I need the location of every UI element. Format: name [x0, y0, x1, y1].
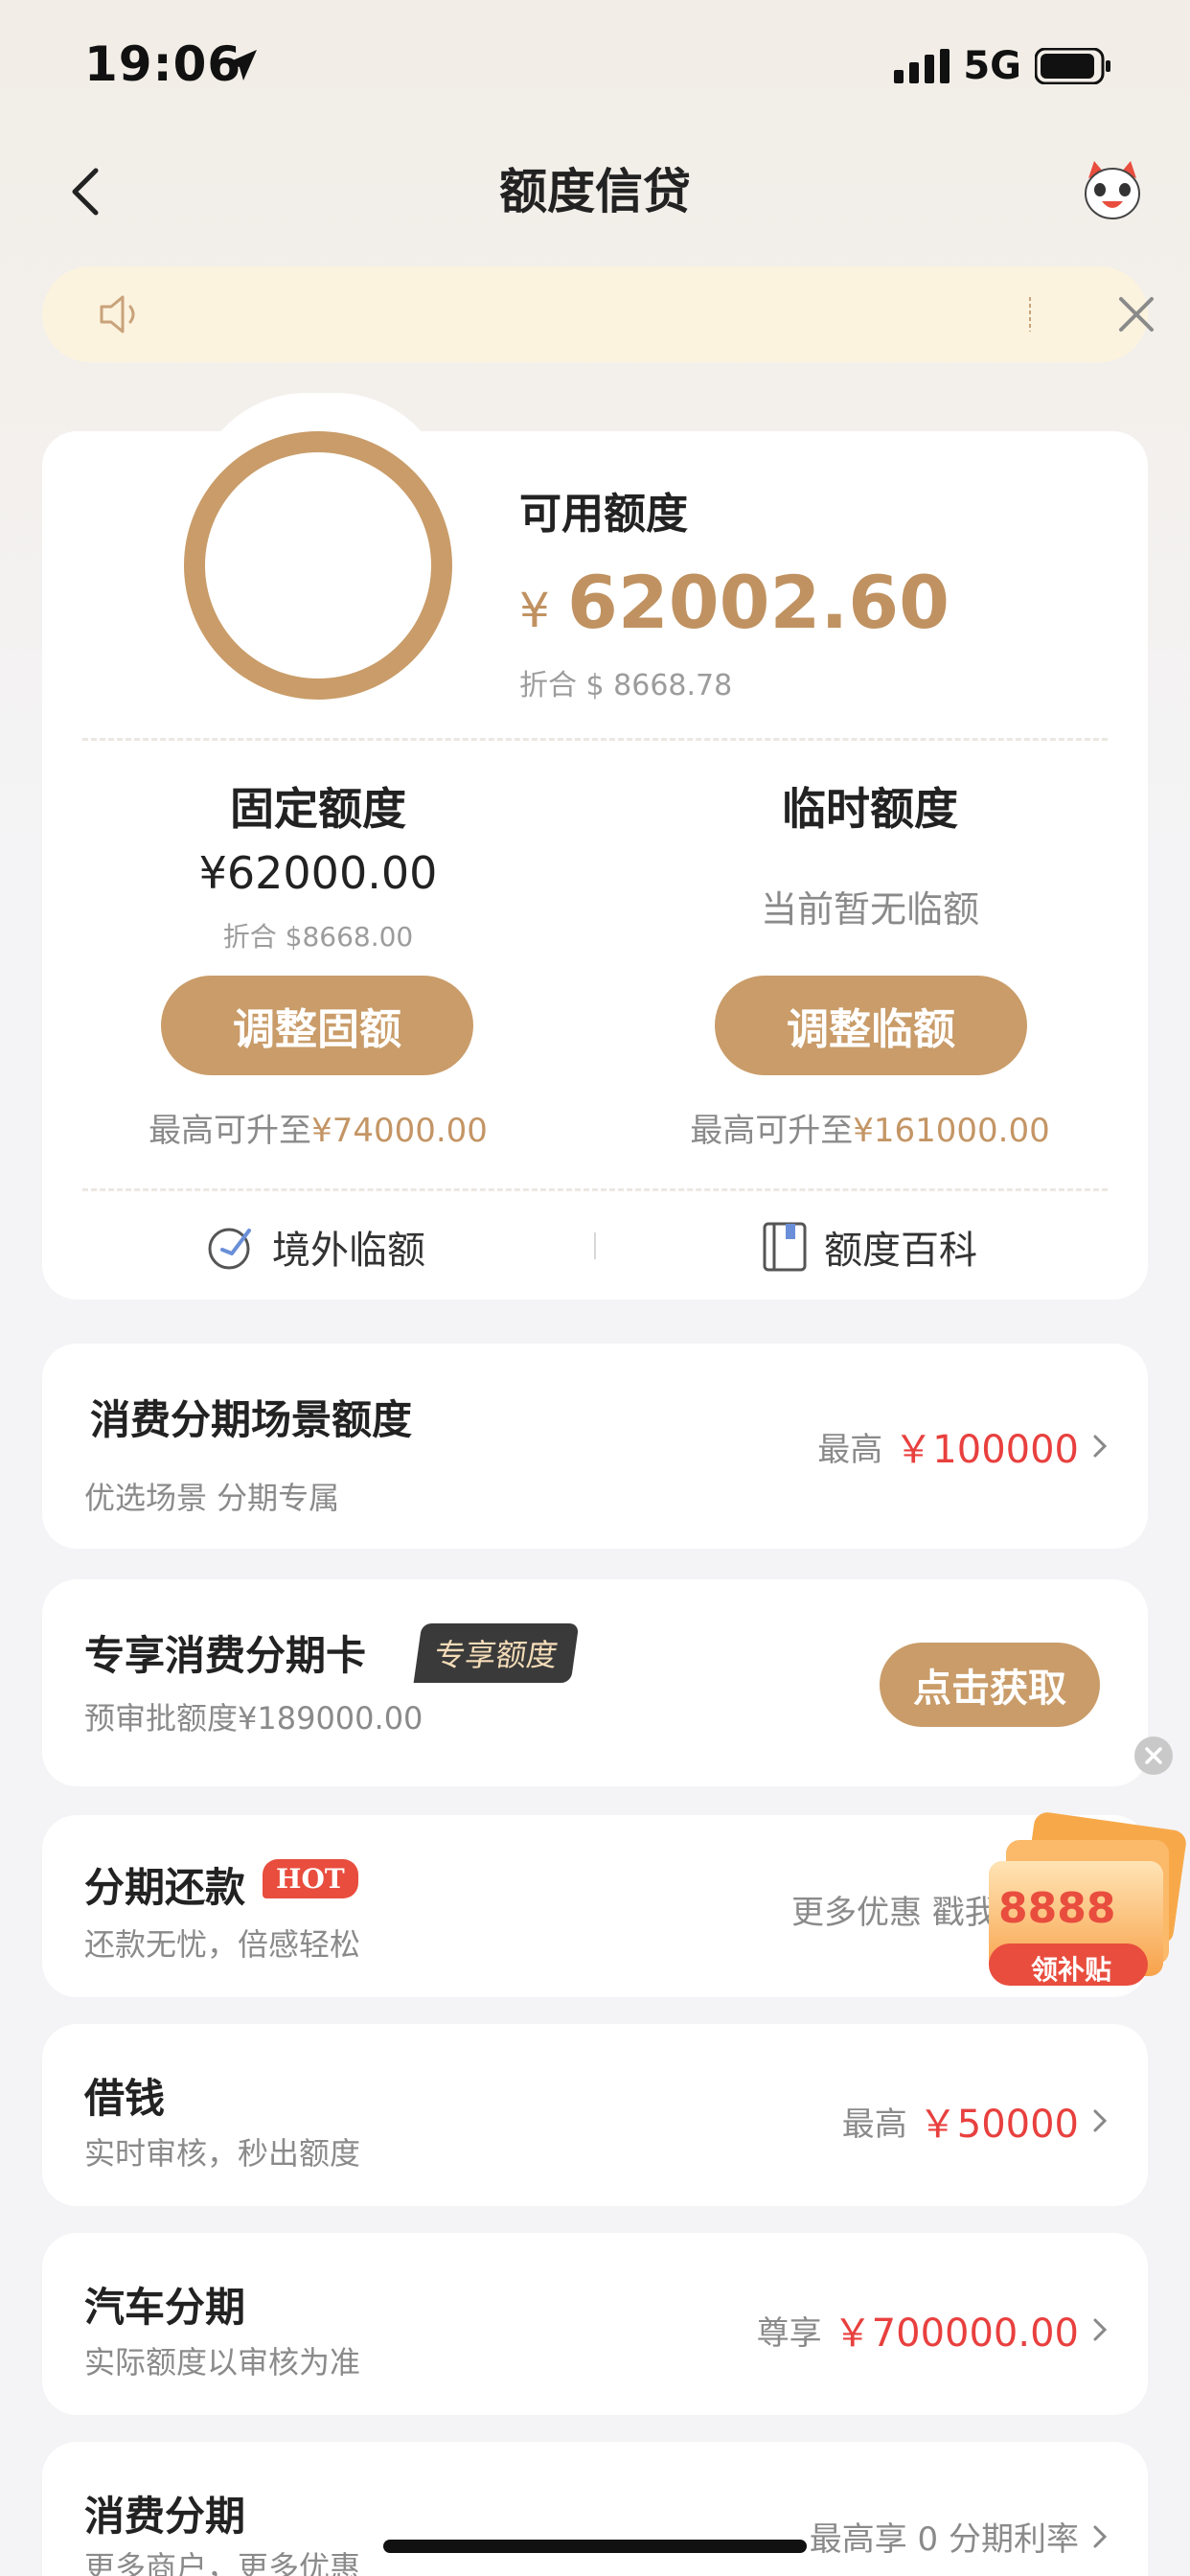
scene-credit-value: ￥100000 [894, 1428, 1079, 1472]
available-currency: ¥ [519, 583, 550, 638]
scene-credit-prefix: 最高 [817, 1430, 883, 1469]
fixed-max-prefix: 最高可升至 [149, 1112, 312, 1150]
coupon-amount: 8888 [998, 1884, 1116, 1933]
exclusive-card-title: 专享消费分期卡 [84, 1632, 367, 1679]
scene-credit-right: 最高 ￥100000 [817, 1418, 1110, 1474]
loan-prefix: 最高 [841, 2104, 907, 2144]
installment-repay-right: 更多优惠 戳我 [791, 1886, 997, 1933]
installment-repay-promo: 更多优惠 戳我 [791, 1894, 997, 1932]
assistant-mascot-icon[interactable] [1079, 157, 1146, 224]
fixed-credit-title: 固定额度 [230, 783, 406, 835]
installment-repay-title: 分期还款 [84, 1864, 246, 1911]
chevron-right-icon [1093, 2525, 1108, 2547]
status-indicators: 5G [894, 44, 1111, 88]
car-installment-right: 尊享 ￥700000.00 [757, 2302, 1110, 2358]
close-icon[interactable] [1113, 291, 1159, 337]
subsidy-coupon-widget[interactable]: 8888 领补贴 [977, 1802, 1190, 2012]
fixed-credit-usd: 折合 $8668.00 [222, 921, 414, 953]
notice-bar[interactable] [42, 266, 1154, 362]
credit-wiki-label: 额度百科 [824, 1229, 977, 1273]
overseas-credit-label: 境外临额 [272, 1229, 425, 1273]
home-indicator[interactable] [383, 2540, 807, 2553]
chevron-right-icon [1093, 1435, 1108, 1458]
fixed-max-text: 最高可升至¥74000.00 [50, 1104, 586, 1151]
book-icon [763, 1222, 807, 1272]
status-time: 19:06 [84, 36, 242, 92]
coupon-label: 领补贴 [1031, 1954, 1112, 1986]
chevron-right-icon [1093, 2318, 1108, 2341]
available-credit-usd: 折合 $ 8668.78 [519, 669, 733, 702]
fixed-credit-amount: ¥62000.00 [198, 847, 438, 899]
close-icon [1145, 1747, 1162, 1764]
adjust-fixed-button[interactable]: 调整固额 [161, 976, 473, 1075]
temp-max-text: 最高可升至¥161000.00 [602, 1104, 1138, 1151]
credit-ring-chart [184, 431, 452, 700]
credit-wiki-link[interactable]: 额度百科 [761, 1219, 977, 1275]
loan-title: 借钱 [84, 2075, 166, 2122]
notice-divider-icon [1029, 297, 1031, 332]
divider [82, 1188, 1108, 1191]
temp-credit-none: 当前暂无临额 [760, 888, 979, 931]
scene-credit-sub: 优选场景 分期专属 [84, 1480, 340, 1516]
consumer-installment-sub: 更多商户，更多优惠 [84, 2549, 361, 2576]
car-installment-title: 汽车分期 [84, 2284, 246, 2331]
consumer-installment-rate: 最高享 0 分期利率 [809, 2520, 1079, 2559]
temp-max-value: ¥161000.00 [853, 1112, 1050, 1150]
divider [82, 738, 1108, 741]
speaker-icon [100, 295, 135, 334]
consumer-installment-right: 最高享 0 分期利率 [810, 2513, 1110, 2560]
car-installment-prefix: 尊享 [756, 2313, 822, 2353]
network-label: 5G [963, 44, 1021, 88]
available-credit-label: 可用额度 [519, 490, 688, 539]
temp-max-prefix: 最高可升至 [690, 1112, 854, 1150]
temp-credit-title: 临时额度 [782, 783, 958, 835]
battery-icon [1035, 48, 1110, 84]
car-installment-sub: 实际额度以审核为准 [84, 2344, 361, 2380]
globe-plane-icon [208, 1228, 251, 1270]
car-installment-value: ￥700000.00 [833, 2312, 1079, 2356]
loan-value: ￥50000 [918, 2103, 1079, 2147]
adjust-temp-button[interactable]: 调整临额 [715, 976, 1027, 1075]
link-separator [594, 1232, 596, 1259]
exclusive-credit-tag: 专享额度 [413, 1623, 580, 1683]
location-arrow-icon [226, 50, 257, 80]
loan-right: 最高 ￥50000 [842, 2093, 1110, 2149]
scene-credit-title: 消费分期场景额度 [90, 1396, 413, 1443]
page-title: 额度信贷 [499, 164, 691, 219]
chevron-right-icon [1093, 2109, 1108, 2132]
overseas-credit-link[interactable]: 境外临额 [205, 1219, 425, 1275]
consumer-installment-title: 消费分期 [84, 2493, 246, 2540]
fixed-max-value: ¥74000.00 [311, 1112, 488, 1150]
get-card-button[interactable]: 点击获取 [880, 1643, 1100, 1727]
loan-sub: 实时审核，秒出额度 [84, 2135, 361, 2172]
float-close-button[interactable] [1134, 1736, 1173, 1775]
hot-badge: HOT [263, 1859, 358, 1898]
exclusive-card-sub: 预审批额度¥189000.00 [84, 1700, 423, 1736]
available-credit-amount: 62002.60 [567, 560, 950, 645]
signal-icon [894, 49, 950, 83]
installment-repay-sub: 还款无忧，倍感轻松 [84, 1926, 361, 1963]
